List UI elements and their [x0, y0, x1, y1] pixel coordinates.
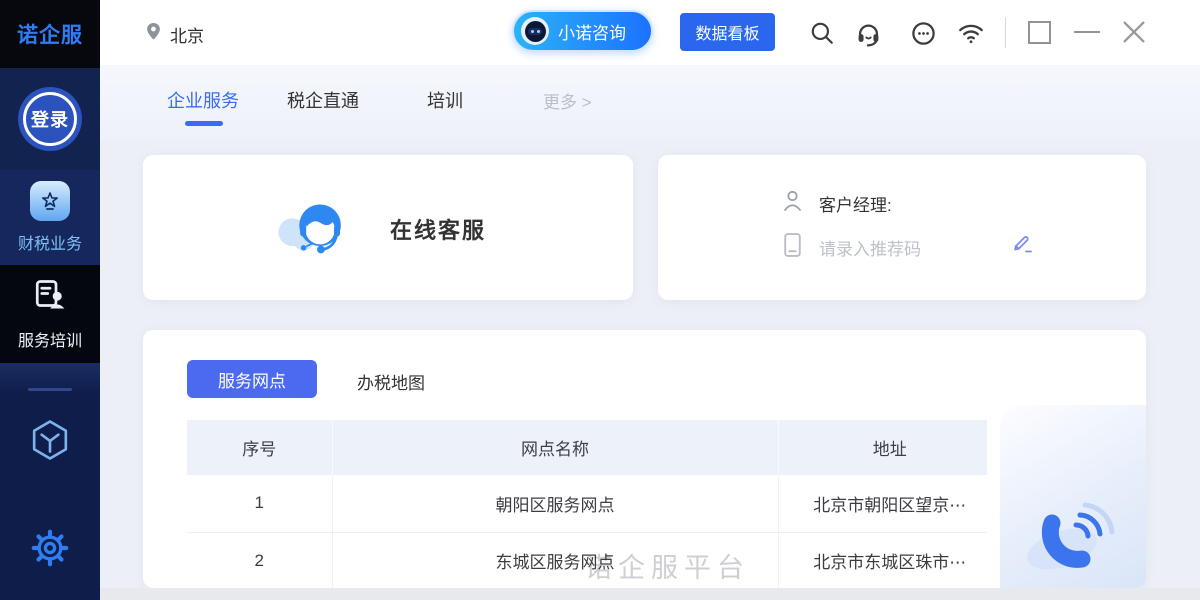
- person-icon: [781, 189, 804, 218]
- cell-name: 东城区服务网点: [332, 532, 778, 588]
- col-header-address: 地址: [778, 420, 987, 475]
- login-button[interactable]: 登录: [18, 87, 82, 151]
- login-button-label: 登录: [23, 92, 77, 146]
- table-row[interactable]: 1 朝阳区服务网点 北京市朝阳区望京⋯: [187, 475, 987, 532]
- table-row[interactable]: 2 东城区服务网点 北京市东城区珠市⋯: [187, 532, 987, 588]
- data-dashboard-button[interactable]: 数据看板: [680, 13, 775, 51]
- cell-index: 2: [187, 532, 332, 588]
- location-pin-icon: [145, 21, 162, 47]
- wifi-icon[interactable]: [956, 18, 986, 48]
- online-service-card[interactable]: 在线客服: [143, 155, 633, 300]
- cell-address: 北京市东城区珠市⋯: [778, 532, 987, 588]
- tab-tax-enterprise[interactable]: 税企直通: [287, 87, 359, 113]
- headset-icon[interactable]: [853, 18, 883, 48]
- tab-tax-map[interactable]: 办税地图: [357, 369, 425, 394]
- search-icon[interactable]: [807, 18, 837, 48]
- xiaonuo-consult-button[interactable]: 小诺咨询: [512, 10, 653, 52]
- star-badge-icon: [30, 181, 70, 221]
- col-header-name: 网点名称: [332, 420, 778, 475]
- table-header-row: 序号 网点名称 地址: [187, 420, 987, 475]
- login-section: 登录: [0, 68, 100, 170]
- service-network-card: 服务网点 办税地图 诺企服平台 序号 网点名称 地址 1 朝阳区服务网点 北京市…: [143, 330, 1146, 588]
- tab-training[interactable]: 培训: [427, 87, 463, 113]
- cell-name: 朝阳区服务网点: [332, 475, 778, 532]
- tab-more[interactable]: 更多 >: [543, 88, 592, 113]
- mobile-phone-icon: [781, 232, 804, 263]
- referral-code-placeholder: 请录入推荐码: [819, 235, 921, 260]
- phone-call-icon: [1018, 483, 1122, 588]
- maximize-icon[interactable]: [1028, 21, 1051, 44]
- edit-pencil-icon[interactable]: [1010, 232, 1034, 261]
- training-doc-person-icon: [32, 277, 68, 318]
- topbar: 北京 小诺咨询 数据看板: [100, 0, 1200, 65]
- sidebar-handle[interactable]: [28, 388, 72, 391]
- sidebar: 诺企服 登录 财税业务: [0, 0, 100, 600]
- more-ellipsis-icon[interactable]: [908, 18, 938, 48]
- close-icon[interactable]: [1120, 18, 1148, 46]
- robot-icon: [521, 17, 549, 45]
- col-header-index: 序号: [187, 420, 332, 475]
- customer-service-headset-icon: [275, 191, 353, 268]
- network-table: 序号 网点名称 地址 1 朝阳区服务网点 北京市朝阳区望京⋯ 2 东城区服务网点…: [187, 420, 987, 588]
- phone-panel[interactable]: [1000, 405, 1146, 588]
- sidebar-item-label: 财税业务: [18, 230, 82, 254]
- online-service-title: 在线客服: [390, 213, 486, 245]
- topbar-divider: [1005, 17, 1006, 48]
- app-window: 诺企服 登录 财税业务: [0, 0, 1200, 600]
- cell-address: 北京市朝阳区望京⋯: [778, 475, 987, 532]
- manager-label: 客户经理:: [819, 191, 892, 216]
- bottom-edge-strip: [100, 588, 1200, 600]
- sidebar-item-finance-tax[interactable]: 财税业务: [0, 170, 100, 265]
- minimize-icon[interactable]: [1074, 31, 1100, 33]
- sidebar-item-label: 服务培训: [18, 327, 82, 351]
- location-selector[interactable]: 北京: [145, 21, 204, 47]
- cube-hexagon-icon[interactable]: [28, 418, 72, 467]
- active-tab-underline: [185, 121, 223, 126]
- referral-row[interactable]: 请录入推荐码: [781, 232, 921, 262]
- customer-manager-card: 客户经理: 请录入推荐码: [658, 155, 1146, 300]
- app-logo: 诺企服: [0, 0, 100, 68]
- location-label: 北京: [170, 22, 204, 47]
- settings-gear-icon[interactable]: [30, 528, 70, 573]
- manager-row: 客户经理:: [781, 188, 892, 218]
- cell-index: 1: [187, 475, 332, 532]
- consult-button-label: 小诺咨询: [558, 19, 626, 44]
- tab-service-network[interactable]: 服务网点: [187, 360, 317, 398]
- tab-enterprise-services[interactable]: 企业服务: [167, 87, 239, 113]
- main-nav-tabs: 企业服务 税企直通 培训 更多 >: [100, 65, 1200, 140]
- sidebar-item-service-training[interactable]: 服务培训: [0, 265, 100, 363]
